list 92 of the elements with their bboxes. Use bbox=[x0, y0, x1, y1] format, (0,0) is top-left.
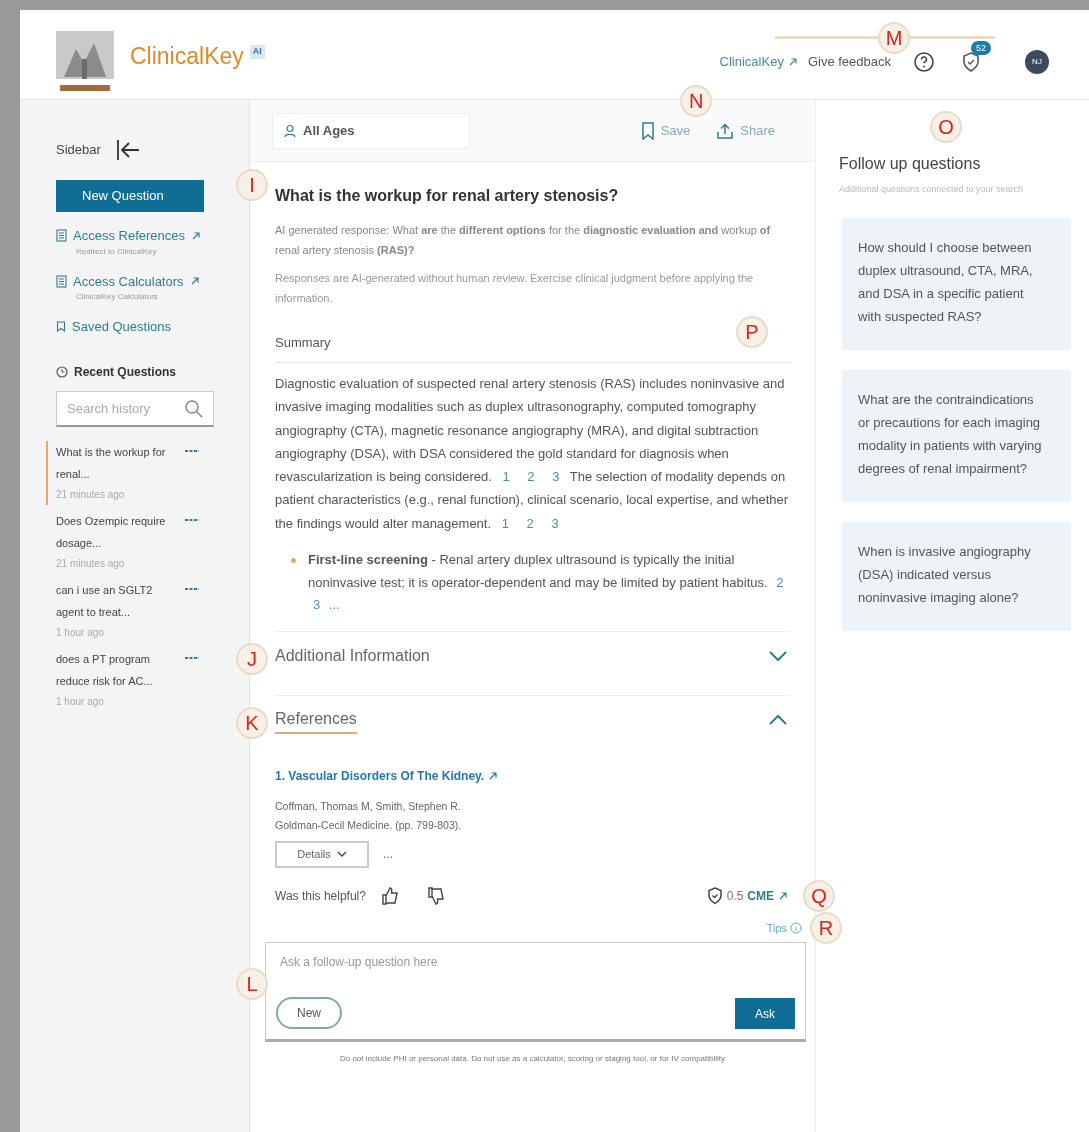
more-icon bbox=[184, 448, 200, 453]
details-button[interactable]: Details bbox=[275, 840, 369, 868]
annotation-marker: N bbox=[680, 84, 713, 117]
more-link[interactable]: ... bbox=[383, 845, 393, 864]
bookmark-icon bbox=[56, 321, 66, 333]
chevron-down-icon bbox=[768, 650, 788, 663]
citation-link[interactable]: 3 bbox=[551, 515, 559, 531]
more-icon bbox=[184, 655, 200, 660]
thumbs-up-icon bbox=[379, 885, 400, 906]
chevron-down-icon bbox=[336, 851, 347, 858]
new-question-button[interactable]: New Question bbox=[56, 180, 204, 212]
info-icon bbox=[790, 921, 802, 934]
history-time: 21 minutes ago bbox=[56, 556, 126, 571]
annotation-marker: Q bbox=[803, 879, 835, 912]
age-filter[interactable]: All Ages bbox=[272, 112, 470, 149]
history-time: 1 hour ago bbox=[56, 625, 105, 640]
more-icon bbox=[184, 586, 200, 591]
ai-badge: AI bbox=[249, 45, 265, 59]
more-icon bbox=[184, 517, 200, 522]
thumbs-down-icon bbox=[425, 885, 446, 906]
document-icon bbox=[56, 229, 67, 243]
ai-response-text: AI generated response: What are the different options for the diagnostic evaluation and workup of renal artery stenosis (RAS)? bbox=[275, 223, 772, 258]
summary-paragraph: Diagnostic evaluation of suspected renal artery stenosis (RAS) includes noninvasive and invasive imaging modalities such as duplex ultrasonography, computed tomography angiography (CTA), magnetic resonance angiography (MRA), and digital subtraction angiography (DSA), with DSA considered the gold standard for diagnosis when revascularization is being considered. 1 2 3 The selection of modality depends on patient characteristics (e.g., renal function), clinical scenario, local expertise, and whether the findings would alter management. 1 2 3 bbox=[275, 375, 790, 533]
citation-link[interactable]: 1 bbox=[501, 515, 509, 531]
ask-button[interactable]: Ask bbox=[735, 998, 795, 1030]
external-link-icon bbox=[488, 770, 499, 781]
history-time: 1 hour ago bbox=[56, 694, 105, 709]
new-button[interactable]: New bbox=[276, 997, 342, 1030]
external-link-icon bbox=[191, 230, 201, 241]
citation-link[interactable]: 1 bbox=[502, 469, 510, 485]
section-toggle[interactable]: References bbox=[275, 694, 790, 745]
search-icon bbox=[184, 398, 204, 419]
brand-name: ClinicalKey bbox=[130, 42, 244, 72]
help-icon bbox=[913, 50, 935, 73]
reference-authors: Coffman, Thomas M, Smith, Stephen R. bbox=[275, 798, 462, 814]
history-item[interactable]: Does Ozempic require dosage... 21 minutes ago bbox=[56, 509, 221, 574]
footer-note: Do not include PHI or personal data. Do not use as a calculator, scoring or staging tool, or for IV compatibility bbox=[338, 1053, 727, 1066]
external-link-icon bbox=[189, 276, 200, 287]
section-toggle[interactable]: Additional Information bbox=[275, 630, 790, 681]
link-subtitle: ClinicalKey Calculators bbox=[76, 291, 159, 303]
follow-up-subtitle: Additional questions connected to your search bbox=[839, 183, 1025, 196]
follow-up-question[interactable]: When is invasive angiography (DSA) indicated versus noninvasive imaging alone? bbox=[842, 522, 1071, 631]
search-history-field[interactable]: Search history bbox=[56, 390, 214, 427]
follow-up-input[interactable]: Ask a follow-up question here New Ask bbox=[265, 942, 806, 1043]
cme-link[interactable]: 0.5 CME bbox=[706, 886, 788, 905]
annotation-marker: K bbox=[236, 706, 268, 739]
follow-up-question[interactable]: What are the contraindications or precautions for each imaging modality in patients with varying degrees of renal impairment? bbox=[842, 370, 1071, 502]
disclaimer-text: Responses are AI-generated without human review. Exercise clinical judgment before applying the information. bbox=[275, 271, 755, 306]
citation-link[interactable]: 2 bbox=[527, 469, 535, 485]
external-link-icon bbox=[778, 890, 788, 901]
citation-link[interactable]: 3 bbox=[313, 597, 321, 613]
summary-heading: Summary bbox=[275, 335, 331, 350]
annotation-marker: P bbox=[736, 316, 768, 348]
annotation-marker: J bbox=[236, 642, 268, 675]
clinicalkey-link[interactable]: ClinicalKey bbox=[719, 51, 798, 72]
document-icon bbox=[56, 274, 67, 288]
link-subtitle: Redirect to ClinicalKey bbox=[76, 245, 158, 258]
annotation-marker: O bbox=[930, 111, 962, 143]
follow-up-title: Follow up questions bbox=[839, 154, 982, 174]
citation-link[interactable]: 2 bbox=[526, 515, 534, 531]
feedback-link[interactable]: Give feedback bbox=[807, 51, 891, 72]
sidebar-link[interactable]: Access Calculators bbox=[56, 271, 221, 291]
shield-icon bbox=[961, 50, 981, 73]
recent-questions-title: Recent Questions bbox=[74, 363, 177, 381]
chevron-up-icon bbox=[768, 714, 788, 727]
more-link[interactable]: ... bbox=[328, 597, 340, 613]
helpful-prompt: Was this helpful? bbox=[275, 887, 366, 905]
user-avatar[interactable]: NJ bbox=[1025, 49, 1049, 74]
history-item[interactable]: does a PT program reduce risk for AC... 1 hour ago bbox=[56, 647, 221, 712]
sidebar-title: Sidebar bbox=[56, 141, 101, 160]
reference-link[interactable]: 1. Vascular Disorders Of The Kidney. bbox=[275, 766, 790, 785]
clock-icon bbox=[56, 365, 68, 378]
history-item[interactable]: What is the workup for renal... 21 minutes ago bbox=[46, 440, 221, 505]
share-icon bbox=[716, 122, 735, 139]
shield-icon bbox=[706, 886, 723, 905]
annotation-marker: I bbox=[236, 169, 268, 201]
person-icon bbox=[283, 123, 297, 138]
history-item[interactable]: can i use an SGLT2 agent to treat... 1 hour ago bbox=[56, 578, 221, 643]
notification-badge: 52 bbox=[971, 40, 991, 55]
follow-up-question[interactable]: How should I choose between duplex ultrasound, CTA, MRA, and DSA in a specific patient with suspected RAS? bbox=[842, 218, 1071, 350]
external-link-icon bbox=[787, 56, 798, 67]
saved-questions-link[interactable]: Saved Questions bbox=[56, 317, 221, 337]
citation-link[interactable]: 3 bbox=[552, 469, 560, 485]
collapse-icon bbox=[114, 138, 141, 162]
history-time: 21 minutes ago bbox=[56, 487, 126, 502]
sidebar-link[interactable]: Access References bbox=[56, 226, 221, 246]
reference-source: Goldman-Cecil Medicine. (pp. 799-803). bbox=[275, 817, 463, 833]
bookmark-icon bbox=[640, 121, 655, 140]
citation-link[interactable]: 2 bbox=[776, 574, 784, 590]
annotation-marker: R bbox=[810, 911, 842, 944]
bullet-text: First-line screening - Renal artery duplex ultrasound is typically the initial noninvasive test; it is operator-dependent and may be limited by patient habitus. 2 3 ... bbox=[308, 551, 785, 615]
question-title: What is the workup for renal artery stenosis? bbox=[275, 186, 620, 206]
